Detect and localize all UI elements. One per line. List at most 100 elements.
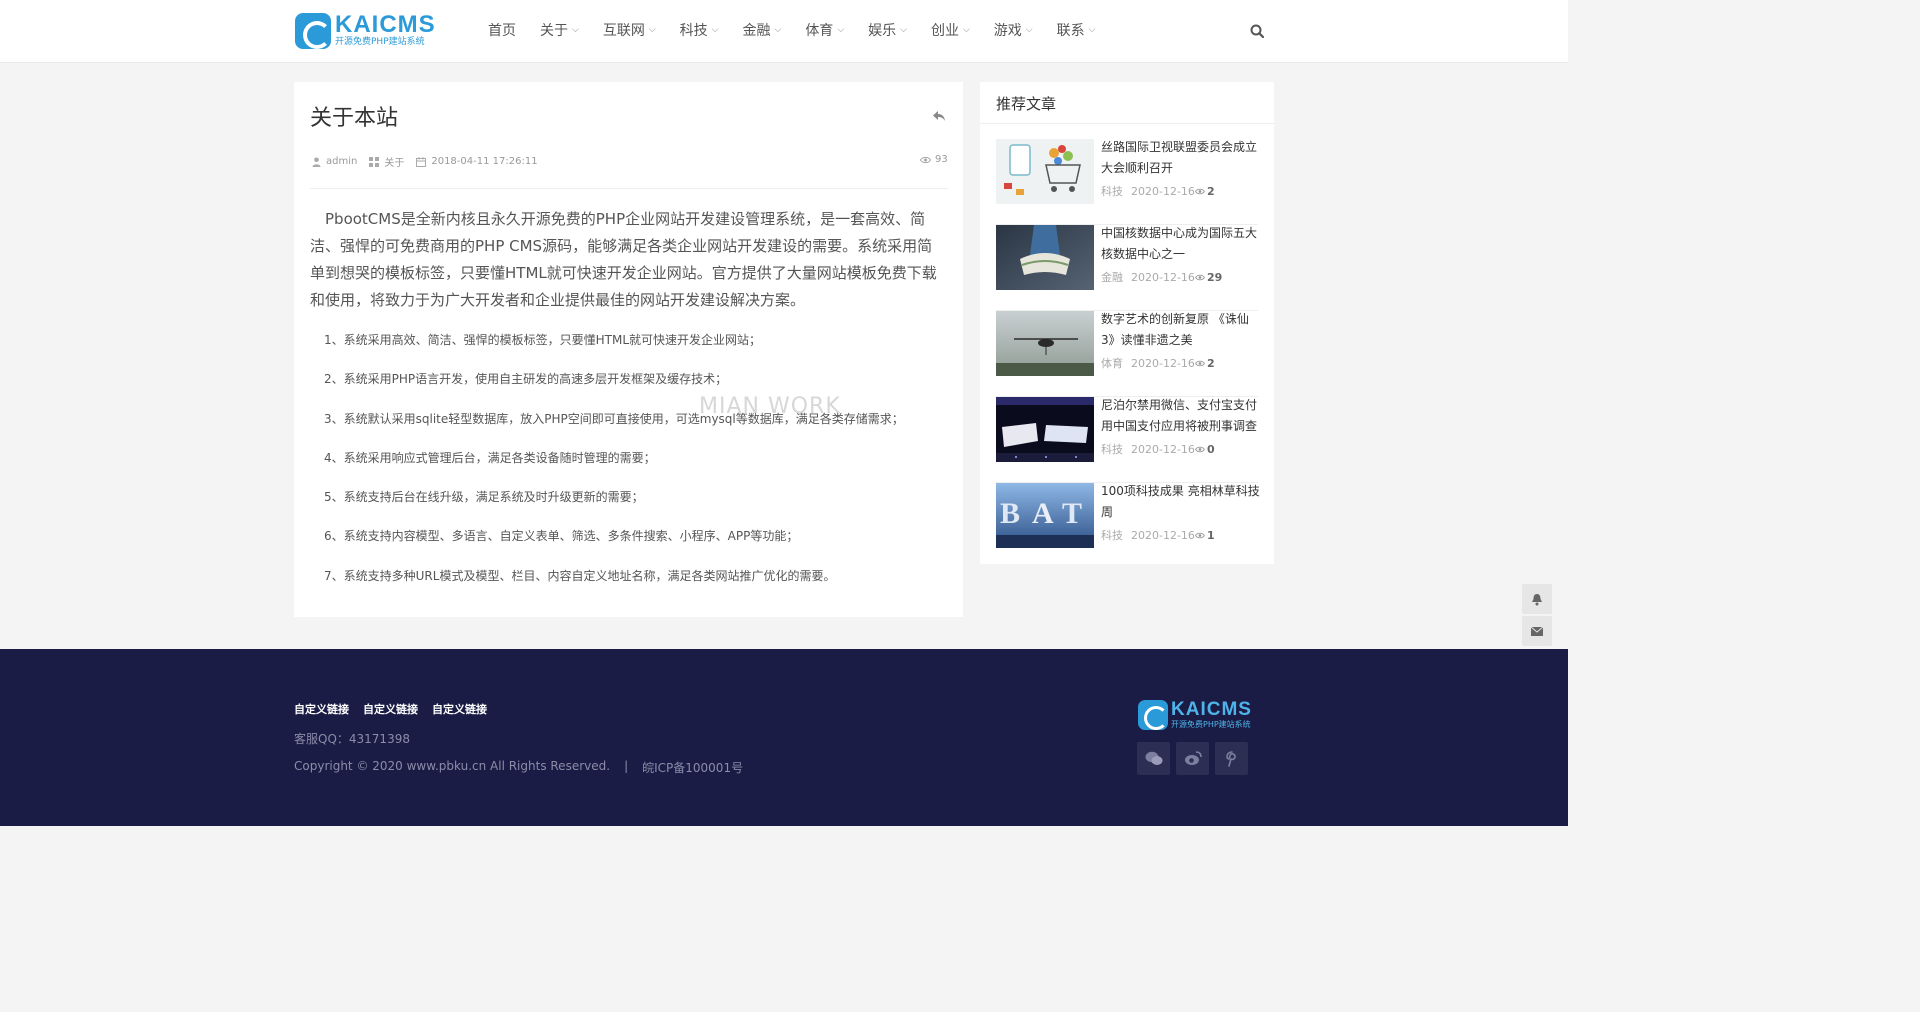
eye-icon: [1195, 360, 1205, 366]
recommended-item[interactable]: B A T 100项科技成果 亮相林草科技周 科技 2020-12-16 1: [996, 481, 1261, 569]
nav-item-home[interactable]: 首页: [488, 20, 516, 40]
notification-button[interactable]: [1522, 584, 1552, 614]
chevron-down-icon: ⌵: [837, 25, 845, 35]
weibo-button[interactable]: [1176, 742, 1209, 775]
article-thumbnail[interactable]: [996, 311, 1094, 376]
svg-text:T: T: [1062, 497, 1082, 530]
icp-link[interactable]: 皖ICP备100001号: [642, 759, 743, 776]
recommended-category: 科技: [1101, 443, 1123, 456]
site-header: KAICMS 开源免费PHP建站系统 首页 关于 ⌵ 互联网 ⌵ 科技 ⌵ 金融 ⌵ 体…: [0, 0, 1568, 63]
footer-link[interactable]: 自定义链接: [432, 701, 487, 717]
logo-mark-icon: [1138, 700, 1168, 730]
wechat-button[interactable]: [1137, 742, 1170, 775]
recommended-title[interactable]: 丝路国际卫视联盟委员会成立大会顺利召开: [1101, 137, 1261, 179]
recommended-date: 2020-12-16: [1131, 528, 1195, 542]
recommended-views: 2: [1206, 184, 1215, 198]
eye-icon: [1195, 274, 1205, 280]
recommended-views: 0: [1206, 442, 1215, 456]
logo-subtitle: 开源免费PHP建站系统: [1171, 719, 1251, 729]
nav-item-sports[interactable]: 体育 ⌵: [805, 20, 844, 40]
footer-links: 自定义链接 自定义链接 自定义链接: [294, 701, 501, 717]
logo-title: KAICMS: [1171, 698, 1252, 720]
pinterest-button[interactable]: [1215, 742, 1248, 775]
article-thumbnail[interactable]: [996, 397, 1094, 462]
weibo-icon: [1184, 751, 1202, 765]
wechat-icon: [1145, 751, 1162, 765]
recommended-category: 科技: [1101, 185, 1123, 198]
list-item: 1、系统采用高效、简洁、强悍的模板标签，只要懂HTML就可快速开发企业网站；: [324, 333, 762, 347]
customer-service-qq: 客服QQ：43171398: [294, 732, 410, 746]
recommended-item[interactable]: 数字艺术的创新复原 《诛仙3》读懂非遗之美 体育 2020-12-16 2: [996, 311, 1258, 397]
article-intro: PbootCMS是全新内核且永久开源免费的PHP企业网站开发建设管理系统，是一套…: [310, 210, 937, 309]
divider: [310, 188, 948, 189]
chevron-down-icon: ⌵: [1088, 25, 1096, 35]
pinterest-icon: [1225, 750, 1236, 767]
recommended-title[interactable]: 尼泊尔禁用微信、支付宝支付用中国支付应用将被刑事调查: [1101, 395, 1261, 437]
article-meta: admin 关于 2018-04-11 17:26:11: [312, 154, 550, 169]
list-item: 2、系统采用PHP语言开发，使用自主研发的高速多层开发框架及缓存技术；: [324, 372, 728, 387]
recommended-item[interactable]: 中国核数据中心成为国际五大核数据中心之一 金融 2020-12-16 29: [996, 225, 1258, 311]
chevron-down-icon: ⌵: [774, 25, 782, 35]
article-category[interactable]: 关于: [384, 154, 404, 169]
article-author[interactable]: admin: [326, 156, 357, 167]
footer-link[interactable]: 自定义链接: [363, 701, 418, 717]
recommended-category: 科技: [1101, 529, 1123, 542]
footer-logo[interactable]: KAICMS 开源免费PHP建站系统: [1138, 700, 1252, 730]
eye-icon: [1195, 188, 1205, 194]
article-thumbnail[interactable]: B A T: [996, 483, 1094, 548]
footer-link[interactable]: 自定义链接: [294, 701, 349, 717]
watermark: MIAN WORK: [699, 394, 841, 419]
calendar-icon: [416, 156, 427, 167]
mail-button[interactable]: [1522, 616, 1552, 646]
article-card: 关于本站 admin 关于 2018-04-11 17:26:11 93 Pbo…: [294, 82, 963, 617]
svg-text:A: A: [1032, 497, 1054, 530]
site-footer: 自定义链接 自定义链接 自定义链接 客服QQ：43171398 Copyrigh…: [0, 649, 1568, 826]
article-thumbnail[interactable]: [996, 225, 1094, 290]
share-icon[interactable]: [932, 110, 946, 122]
recommended-title[interactable]: 数字艺术的创新复原 《诛仙3》读懂非遗之美: [1101, 309, 1261, 351]
recommended-title[interactable]: 中国核数据中心成为国际五大核数据中心之一: [1101, 223, 1261, 265]
recommended-title[interactable]: 100项科技成果 亮相林草科技周: [1101, 481, 1261, 523]
grid-icon: [369, 156, 380, 167]
bell-icon: [1532, 593, 1542, 605]
recommended-category: 体育: [1101, 357, 1123, 370]
site-logo[interactable]: KAICMS 开源免费PHP建站系统: [295, 13, 436, 49]
nav-item-startup[interactable]: 创业 ⌵: [931, 20, 970, 40]
feature-list: 1、系统采用高效、简洁、强悍的模板标签，只要懂HTML就可快速开发企业网站； 2…: [324, 330, 944, 605]
search-icon[interactable]: [1250, 24, 1264, 38]
svg-text:B: B: [1000, 497, 1020, 530]
recommended-date: 2020-12-16: [1131, 270, 1195, 284]
chevron-down-icon: ⌵: [900, 25, 907, 35]
article-views: 93: [920, 154, 948, 165]
user-icon: [312, 157, 321, 167]
article-date: 2018-04-11 17:26:11: [431, 156, 538, 167]
mail-icon: [1531, 626, 1543, 636]
main-nav: 首页 关于 ⌵ 互联网 ⌵ 科技 ⌵ 金融 ⌵ 体育 ⌵ 娱乐 ⌵ 创业 ⌵ 游戏 ⌵ 联系 ⌵: [488, 20, 1119, 40]
article-title: 关于本站: [310, 106, 399, 131]
recommended-date: 2020-12-16: [1131, 356, 1195, 370]
nav-item-finance[interactable]: 金融 ⌵: [742, 20, 781, 40]
chevron-down-icon: ⌵: [572, 25, 579, 35]
list-item: 5、系统支持后台在线升级，满足系统及时升级更新的需要；: [324, 490, 644, 505]
nav-item-entertainment[interactable]: 娱乐 ⌵: [868, 20, 907, 40]
recommended-item[interactable]: 尼泊尔禁用微信、支付宝支付用中国支付应用将被刑事调查 科技 2020-12-16…: [996, 397, 1258, 483]
eye-icon: [920, 156, 931, 163]
chevron-down-icon: ⌵: [711, 25, 719, 35]
nav-item-games[interactable]: 游戏 ⌵: [994, 20, 1033, 40]
nav-item-tech[interactable]: 科技 ⌵: [680, 20, 719, 40]
eye-icon: [1195, 532, 1205, 538]
nav-item-about[interactable]: 关于 ⌵: [540, 20, 579, 40]
nav-item-contact[interactable]: 联系 ⌵: [1057, 20, 1096, 40]
logo-subtitle: 开源免费PHP建站系统: [335, 37, 425, 47]
recommended-views: 29: [1206, 270, 1223, 284]
chevron-down-icon: ⌵: [962, 25, 970, 35]
logo-mark-icon: [295, 13, 331, 49]
recommended-item[interactable]: 丝路国际卫视联盟委员会成立大会顺利召开 科技 2020-12-16 2: [996, 139, 1258, 225]
list-item: 3、系统默认采用sqlite轻型数据库，放入PHP空间即可直接使用，可选mysq…: [324, 411, 904, 426]
recommended-date: 2020-12-16: [1131, 442, 1195, 456]
list-item: 6、系统支持内容模型、多语言、自定义表单、筛选、多条件搜索、小程序、APP等功能…: [324, 529, 799, 544]
article-thumbnail[interactable]: [996, 139, 1094, 204]
chevron-down-icon: ⌵: [648, 25, 656, 35]
nav-item-internet[interactable]: 互联网 ⌵: [603, 20, 656, 40]
chevron-down-icon: ⌵: [1025, 25, 1033, 35]
